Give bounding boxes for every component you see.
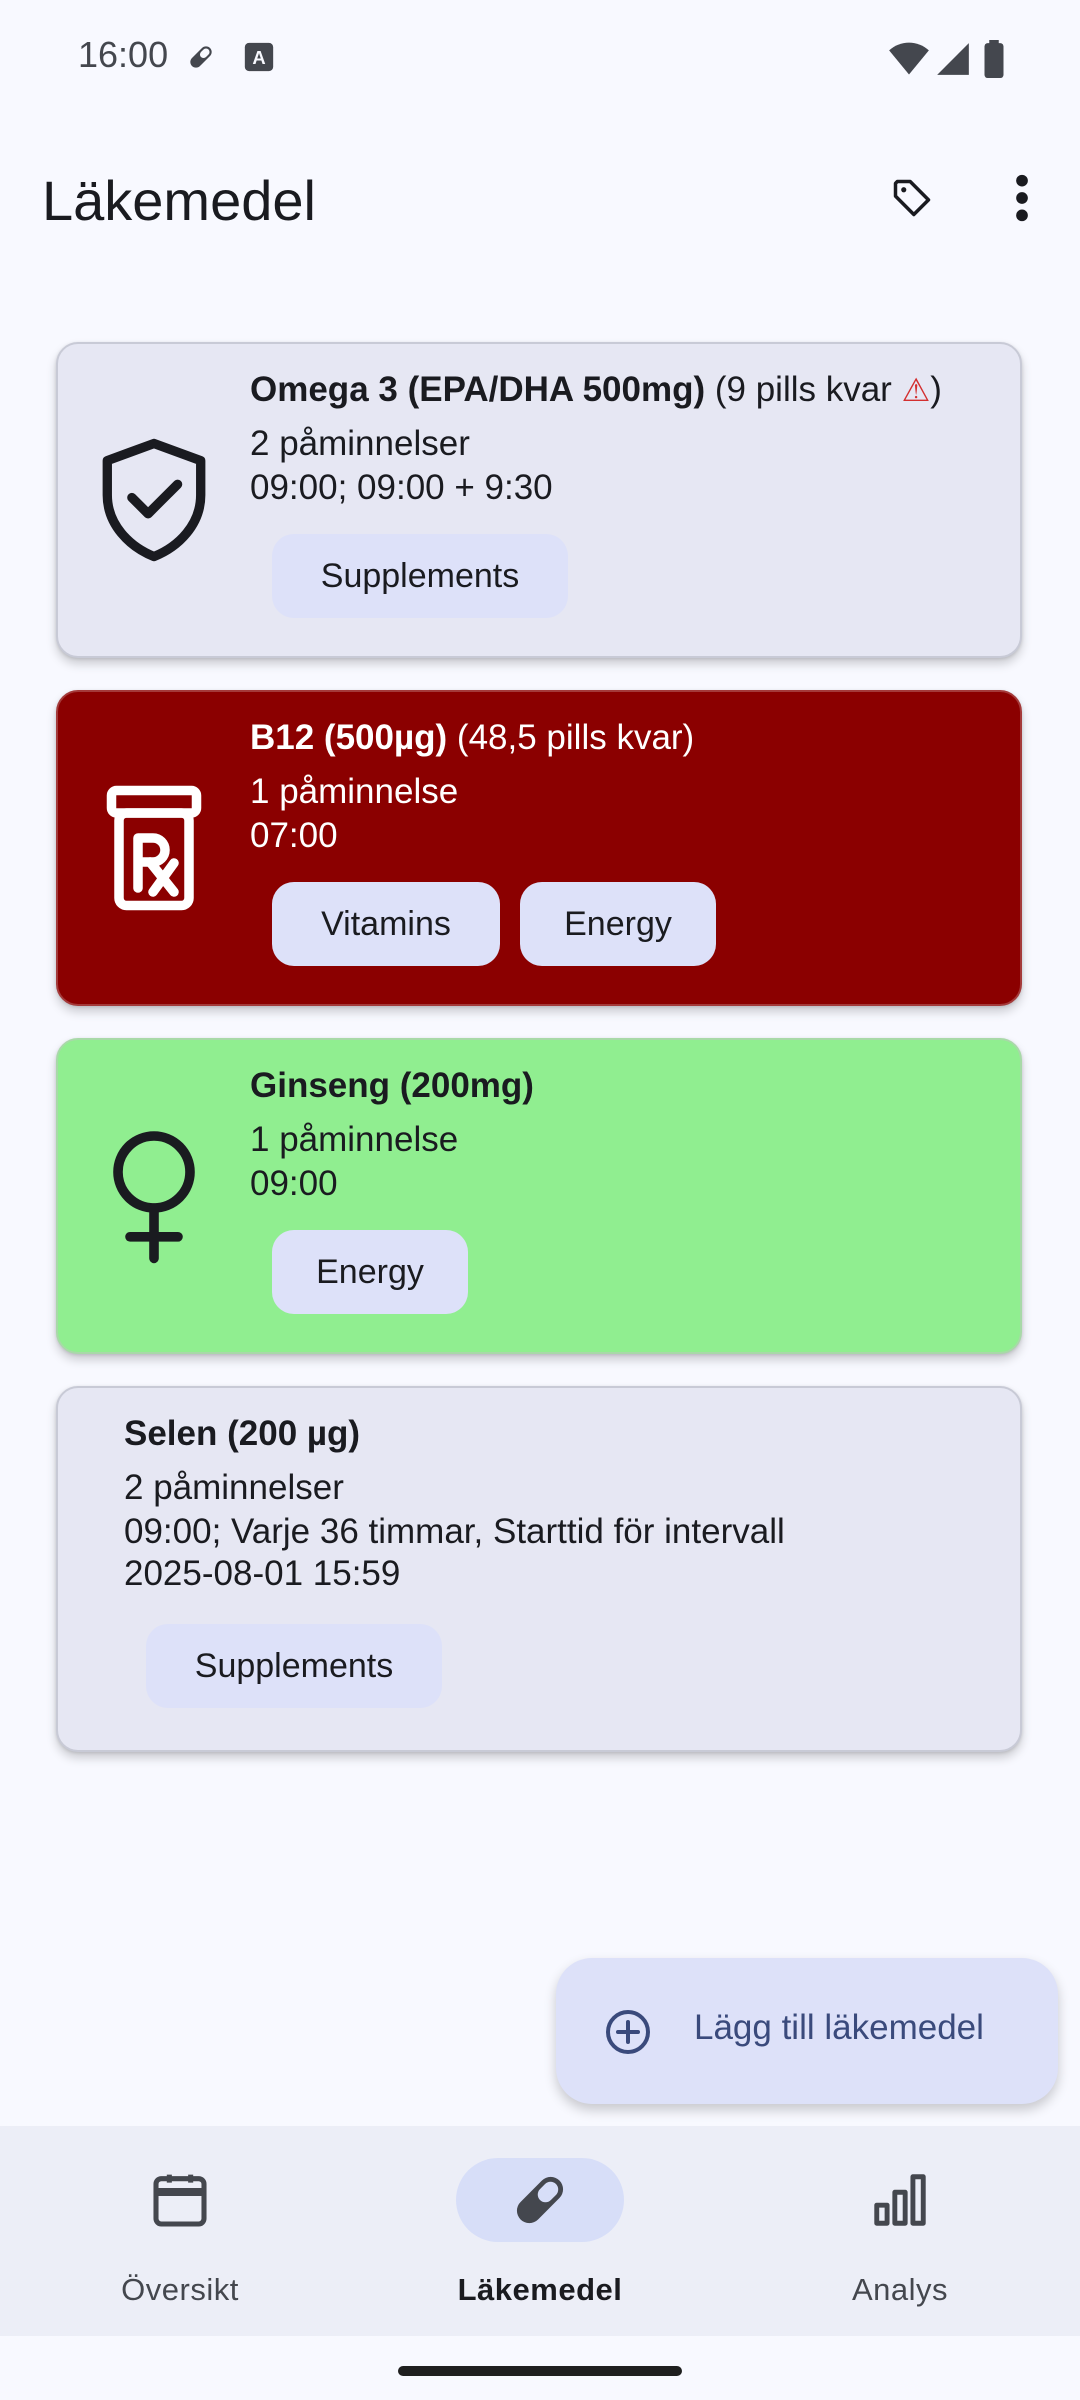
tag-icon (890, 176, 934, 225)
nav-label: Översikt (121, 2272, 239, 2307)
medication-name: B12 (500µg) (250, 718, 448, 757)
medication-name: Omega 3 (EPA/DHA 500mg) (250, 370, 706, 409)
reminder-count: 1 påminnelse (250, 1120, 459, 1159)
female-symbol-icon (86, 1128, 222, 1264)
tag-chip-energy[interactable]: Energy (520, 882, 716, 966)
wifi-icon (888, 40, 930, 83)
bottom-navigation: Översikt Läkemedel Analys (0, 2126, 1080, 2336)
medication-card-omega3[interactable]: Omega 3 (EPA/DHA 500mg) (9 pills kvar ⚠)… (56, 342, 1022, 658)
cell-signal-icon (934, 40, 972, 83)
shield-check-icon (86, 432, 222, 568)
data-saver-icon (184, 40, 218, 79)
reminder-schedule: 09:00; 09:00 + 9:30 (250, 468, 553, 507)
medication-name: Ginseng (200mg) (250, 1066, 534, 1105)
status-time: 16:00 (78, 34, 169, 75)
reminder-schedule: 09:00; Varje 36 timmar, Starttid för int… (124, 1512, 785, 1551)
interval-start-time: 2025-08-01 15:59 (124, 1554, 401, 1593)
medication-card-b12[interactable]: B12 (500µg) (48,5 pills kvar) 1 påminnel… (56, 690, 1022, 1006)
medication-card-ginseng[interactable]: Ginseng (200mg) 1 påminnelse 09:00 Energ… (56, 1038, 1022, 1354)
nav-item-analysis[interactable]: Analys (720, 2126, 1080, 2336)
stock-text: (48,5 pills kvar) (456, 718, 695, 757)
medication-title: B12 (500µg) (48,5 pills kvar) (250, 718, 694, 758)
medication-title: Omega 3 (EPA/DHA 500mg) (9 pills kvar ⚠) (250, 370, 942, 410)
tag-chip-supplements[interactable]: Supplements (272, 534, 568, 618)
nav-item-overview[interactable]: Översikt (0, 2126, 360, 2336)
gesture-home-bar[interactable] (398, 2366, 682, 2376)
reminder-count: 2 påminnelser (124, 1468, 344, 1507)
low-stock-warning-icon: ⚠ (901, 372, 931, 408)
nav-label: Läkemedel (457, 2272, 623, 2307)
tag-chip-vitamins[interactable]: Vitamins (272, 882, 500, 966)
reminder-schedule: 07:00 (250, 816, 338, 855)
svg-text:A: A (252, 47, 265, 68)
tag-chip-supplements[interactable]: Supplements (146, 1624, 442, 1708)
bar-chart-icon (816, 2158, 984, 2242)
tag-filter-button[interactable] (876, 164, 948, 236)
pill-icon (456, 2158, 624, 2242)
reminder-count: 1 påminnelse (250, 772, 459, 811)
battery-icon (982, 40, 1006, 83)
nav-item-medications[interactable]: Läkemedel (360, 2126, 720, 2336)
add-medication-label: Lägg till läkemedel (694, 2008, 984, 2047)
more-vert-icon (1012, 172, 1032, 229)
medication-title: Ginseng (200mg) (250, 1066, 534, 1106)
add-circle-icon (604, 2008, 652, 2061)
more-options-button[interactable] (986, 164, 1058, 236)
reminder-schedule: 09:00 (250, 1164, 338, 1203)
stock-text-end: ) (930, 370, 942, 409)
nav-label: Analys (851, 2272, 949, 2307)
medication-card-selen[interactable]: Selen (200 µg) 2 påminnelser 09:00; Varj… (56, 1386, 1022, 1752)
calendar-icon (96, 2158, 264, 2242)
prescription-bottle-icon (86, 780, 222, 916)
medication-name: Selen (200 µg) (124, 1414, 361, 1453)
keyboard-a-icon: A (242, 40, 276, 79)
tag-chip-energy[interactable]: Energy (272, 1230, 468, 1314)
reminder-count: 2 påminnelser (250, 424, 470, 463)
add-medication-button[interactable]: Lägg till läkemedel (556, 1958, 1058, 2104)
page-title: Läkemedel (42, 169, 316, 232)
stock-text: (9 pills kvar (714, 370, 902, 409)
